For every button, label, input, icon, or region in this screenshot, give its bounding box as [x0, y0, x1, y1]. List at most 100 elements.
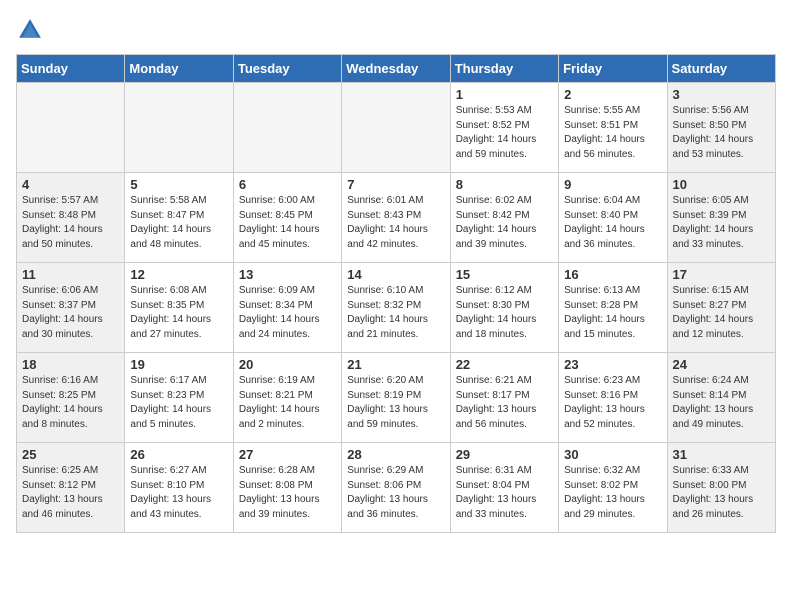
- day-number: 22: [456, 357, 553, 372]
- day-number: 12: [130, 267, 227, 282]
- calendar-day-cell: 14Sunrise: 6:10 AM Sunset: 8:32 PM Dayli…: [342, 263, 450, 353]
- day-info: Sunrise: 6:28 AM Sunset: 8:08 PM Dayligh…: [239, 464, 336, 522]
- day-info: Sunrise: 6:19 AM Sunset: 8:21 PM Dayligh…: [239, 374, 336, 432]
- day-info: Sunrise: 6:09 AM Sunset: 8:34 PM Dayligh…: [239, 284, 336, 342]
- day-number: 2: [564, 87, 661, 102]
- day-info: Sunrise: 6:01 AM Sunset: 8:43 PM Dayligh…: [347, 194, 444, 252]
- calendar-week-row: 11 Sunrise: 6:06 AM Sunset: 8:37 PM Dayli…: [17, 263, 776, 353]
- day-info: Sunrise: 6:13 AM Sunset: 8:28 PM Dayligh…: [564, 284, 661, 342]
- page-header: [16, 16, 776, 44]
- day-info: Sunrise: 5:57 AM Sunset: 8:48 PM Dayligh…: [22, 194, 119, 252]
- calendar-day-cell: 17 Sunrise: 6:15 AM Sunset: 8:27 PM Dayli…: [667, 263, 775, 353]
- weekday-header-saturday: Saturday: [667, 55, 775, 83]
- day-number: 15: [456, 267, 553, 282]
- day-number: 29: [456, 447, 553, 462]
- day-number: 1: [456, 87, 553, 102]
- day-number: 20: [239, 357, 336, 372]
- calendar-day-cell: 19 Sunrise: 6:17 AM Sunset: 8:23 PM Dayli…: [125, 353, 233, 443]
- calendar-day-cell: 10 Sunrise: 6:05 AM Sunset: 8:39 PM Dayli…: [667, 173, 775, 263]
- calendar-day-cell: 7 Sunrise: 6:01 AM Sunset: 8:43 PM Daylig…: [342, 173, 450, 263]
- logo-icon: [16, 16, 44, 44]
- day-info: Sunrise: 6:24 AM Sunset: 8:14 PM Dayligh…: [673, 374, 770, 432]
- calendar-day-cell: 13 Sunrise: 6:09 AM Sunset: 8:34 PM Dayli…: [233, 263, 341, 353]
- calendar-day-cell: [125, 83, 233, 173]
- calendar-day-cell: 8Sunrise: 6:02 AM Sunset: 8:42 PM Daylig…: [450, 173, 558, 263]
- day-number: 10: [673, 177, 770, 192]
- day-info: Sunrise: 6:08 AM Sunset: 8:35 PM Dayligh…: [130, 284, 227, 342]
- day-info: Sunrise: 5:55 AM Sunset: 8:51 PM Dayligh…: [564, 104, 661, 162]
- day-info: Sunrise: 6:15 AM Sunset: 8:27 PM Dayligh…: [673, 284, 770, 342]
- day-info: Sunrise: 6:04 AM Sunset: 8:40 PM Dayligh…: [564, 194, 661, 252]
- day-info: Sunrise: 6:31 AM Sunset: 8:04 PM Dayligh…: [456, 464, 553, 522]
- calendar-day-cell: 31 Sunrise: 6:33 AM Sunset: 8:00 PM Dayli…: [667, 443, 775, 533]
- calendar-day-cell: 15Sunrise: 6:12 AM Sunset: 8:30 PM Dayli…: [450, 263, 558, 353]
- day-info: Sunrise: 5:56 AM Sunset: 8:50 PM Dayligh…: [673, 104, 770, 162]
- weekday-header-monday: Monday: [125, 55, 233, 83]
- day-info: Sunrise: 5:58 AM Sunset: 8:47 PM Dayligh…: [130, 194, 227, 252]
- day-info: Sunrise: 6:21 AM Sunset: 8:17 PM Dayligh…: [456, 374, 553, 432]
- calendar-day-cell: 28Sunrise: 6:29 AM Sunset: 8:06 PM Dayli…: [342, 443, 450, 533]
- calendar-header-row: SundayMondayTuesdayWednesdayThursdayFrid…: [17, 55, 776, 83]
- calendar-day-cell: 1 Sunrise: 5:53 AM Sunset: 8:52 PM Daylig…: [450, 83, 558, 173]
- calendar-day-cell: 6Sunrise: 6:00 AM Sunset: 8:45 PM Daylig…: [233, 173, 341, 263]
- day-number: 5: [130, 177, 227, 192]
- day-info: Sunrise: 6:27 AM Sunset: 8:10 PM Dayligh…: [130, 464, 227, 522]
- day-number: 27: [239, 447, 336, 462]
- day-info: Sunrise: 6:17 AM Sunset: 8:23 PM Dayligh…: [130, 374, 227, 432]
- weekday-header-wednesday: Wednesday: [342, 55, 450, 83]
- calendar-week-row: 25Sunrise: 6:25 AM Sunset: 8:12 PM Dayli…: [17, 443, 776, 533]
- calendar-day-cell: [17, 83, 125, 173]
- calendar-week-row: 1 Sunrise: 5:53 AM Sunset: 8:52 PM Daylig…: [17, 83, 776, 173]
- day-info: Sunrise: 6:10 AM Sunset: 8:32 PM Dayligh…: [347, 284, 444, 342]
- logo: [16, 16, 48, 44]
- day-number: 30: [564, 447, 661, 462]
- day-number: 18: [22, 357, 119, 372]
- calendar-day-cell: 22 Sunrise: 6:21 AM Sunset: 8:17 PM Dayli…: [450, 353, 558, 443]
- day-number: 25: [22, 447, 119, 462]
- day-info: Sunrise: 6:06 AM Sunset: 8:37 PM Dayligh…: [22, 284, 119, 342]
- calendar-day-cell: [342, 83, 450, 173]
- calendar-day-cell: 26 Sunrise: 6:27 AM Sunset: 8:10 PM Dayli…: [125, 443, 233, 533]
- day-info: Sunrise: 5:53 AM Sunset: 8:52 PM Dayligh…: [456, 104, 553, 162]
- day-info: Sunrise: 6:20 AM Sunset: 8:19 PM Dayligh…: [347, 374, 444, 432]
- day-number: 16: [564, 267, 661, 282]
- weekday-header-sunday: Sunday: [17, 55, 125, 83]
- day-number: 9: [564, 177, 661, 192]
- calendar-day-cell: 2 Sunrise: 5:55 AM Sunset: 8:51 PM Daylig…: [559, 83, 667, 173]
- day-info: Sunrise: 6:32 AM Sunset: 8:02 PM Dayligh…: [564, 464, 661, 522]
- calendar-day-cell: 21Sunrise: 6:20 AM Sunset: 8:19 PM Dayli…: [342, 353, 450, 443]
- day-number: 23: [564, 357, 661, 372]
- calendar-week-row: 18 Sunrise: 6:16 AM Sunset: 8:25 PM Dayli…: [17, 353, 776, 443]
- calendar-day-cell: 27 Sunrise: 6:28 AM Sunset: 8:08 PM Dayli…: [233, 443, 341, 533]
- day-info: Sunrise: 6:33 AM Sunset: 8:00 PM Dayligh…: [673, 464, 770, 522]
- calendar-day-cell: 30 Sunrise: 6:32 AM Sunset: 8:02 PM Dayli…: [559, 443, 667, 533]
- day-info: Sunrise: 6:02 AM Sunset: 8:42 PM Dayligh…: [456, 194, 553, 252]
- day-info: Sunrise: 6:29 AM Sunset: 8:06 PM Dayligh…: [347, 464, 444, 522]
- day-number: 24: [673, 357, 770, 372]
- calendar-day-cell: 3 Sunrise: 5:56 AM Sunset: 8:50 PM Daylig…: [667, 83, 775, 173]
- day-number: 19: [130, 357, 227, 372]
- calendar-day-cell: 11 Sunrise: 6:06 AM Sunset: 8:37 PM Dayli…: [17, 263, 125, 353]
- weekday-header-tuesday: Tuesday: [233, 55, 341, 83]
- weekday-header-thursday: Thursday: [450, 55, 558, 83]
- day-number: 13: [239, 267, 336, 282]
- calendar-day-cell: 23 Sunrise: 6:23 AM Sunset: 8:16 PM Dayli…: [559, 353, 667, 443]
- calendar-day-cell: 12 Sunrise: 6:08 AM Sunset: 8:35 PM Dayli…: [125, 263, 233, 353]
- day-number: 26: [130, 447, 227, 462]
- calendar-day-cell: 18 Sunrise: 6:16 AM Sunset: 8:25 PM Dayli…: [17, 353, 125, 443]
- day-number: 31: [673, 447, 770, 462]
- calendar-week-row: 4Sunrise: 5:57 AM Sunset: 8:48 PM Daylig…: [17, 173, 776, 263]
- day-info: Sunrise: 6:00 AM Sunset: 8:45 PM Dayligh…: [239, 194, 336, 252]
- day-number: 17: [673, 267, 770, 282]
- day-info: Sunrise: 6:23 AM Sunset: 8:16 PM Dayligh…: [564, 374, 661, 432]
- calendar-day-cell: 9 Sunrise: 6:04 AM Sunset: 8:40 PM Daylig…: [559, 173, 667, 263]
- day-number: 7: [347, 177, 444, 192]
- calendar-day-cell: 24 Sunrise: 6:24 AM Sunset: 8:14 PM Dayli…: [667, 353, 775, 443]
- weekday-header-friday: Friday: [559, 55, 667, 83]
- calendar-table: SundayMondayTuesdayWednesdayThursdayFrid…: [16, 54, 776, 533]
- day-number: 11: [22, 267, 119, 282]
- day-info: Sunrise: 6:16 AM Sunset: 8:25 PM Dayligh…: [22, 374, 119, 432]
- day-info: Sunrise: 6:05 AM Sunset: 8:39 PM Dayligh…: [673, 194, 770, 252]
- calendar-day-cell: 20 Sunrise: 6:19 AM Sunset: 8:21 PM Dayli…: [233, 353, 341, 443]
- day-number: 3: [673, 87, 770, 102]
